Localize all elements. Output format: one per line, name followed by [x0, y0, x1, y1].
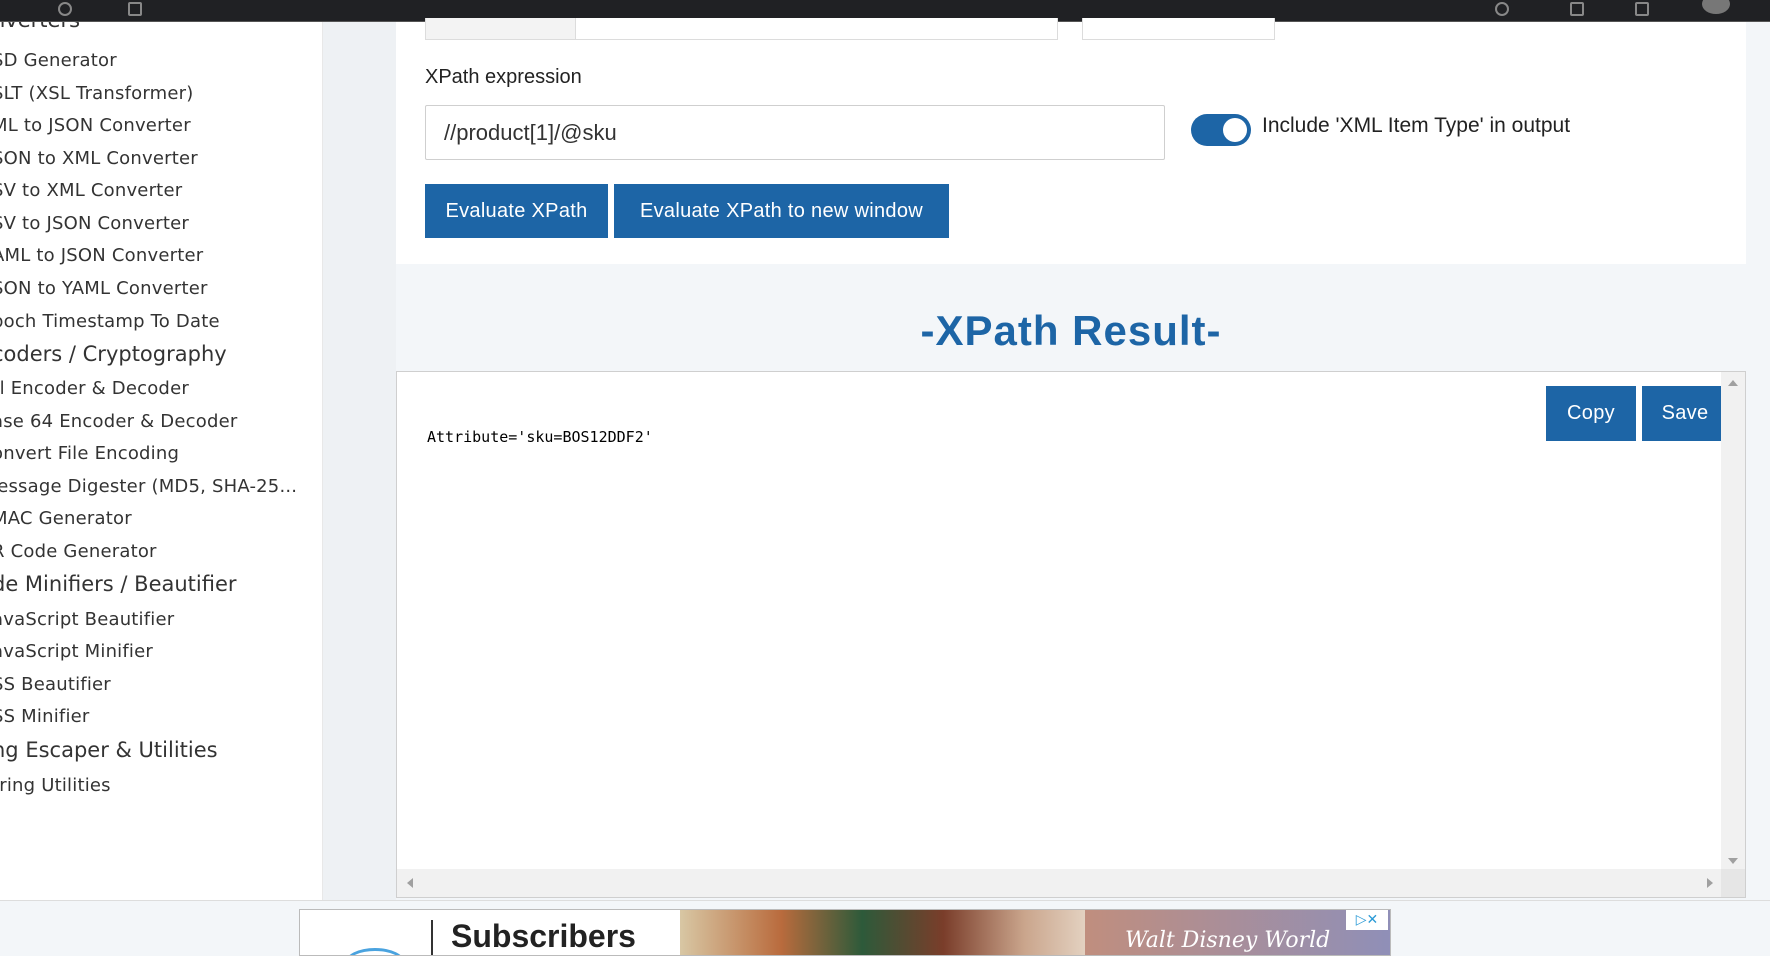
xpath-result-output[interactable]: Attribute='sku=BOS12DDF2' Copy Save — [396, 371, 1746, 898]
sidebar-item[interactable]: R Code Generator — [0, 541, 157, 562]
sidebar-category: de Minifiers / Beautifier — [0, 572, 237, 596]
reload-icon[interactable] — [58, 2, 72, 16]
sidebar-item[interactable]: SS Beautifier — [0, 674, 111, 695]
page-icon — [128, 2, 142, 16]
scroll-right-icon[interactable] — [1707, 878, 1713, 888]
sidebar-item[interactable]: SV to XML Converter — [0, 180, 182, 201]
ad-choices-close-icon[interactable]: ▷✕ — [1346, 910, 1388, 930]
xpath-form-card: XPath expression Include 'XML Item Type'… — [396, 18, 1746, 264]
sidebar-item[interactable]: SON to YAML Converter — [0, 278, 208, 299]
sidebar-item[interactable]: ML to JSON Converter — [0, 115, 191, 136]
sidebar-item[interactable]: poch Timestamp To Date — [0, 311, 220, 332]
sidebar-item[interactable]: lessage Digester (MD5, SHA-25... — [0, 476, 297, 497]
sidebar-item[interactable]: avaScript Minifier — [0, 641, 153, 662]
sidebar-item[interactable]: SS Minifier — [0, 706, 90, 727]
profile-avatar[interactable] — [1702, 0, 1730, 14]
save-button[interactable]: Save — [1642, 386, 1728, 441]
sidebar-item[interactable]: SLT (XSL Transformer) — [0, 83, 193, 104]
sidebar-category-converters: nverters — [0, 22, 80, 32]
sidebar-category: coders / Cryptography — [0, 342, 227, 366]
sidebar-item[interactable]: onvert File Encoding — [0, 443, 179, 464]
copy-button[interactable]: Copy — [1546, 386, 1636, 441]
include-item-type-toggle[interactable] — [1191, 114, 1251, 146]
ad-divider — [431, 920, 433, 955]
sidebar-item[interactable]: MAC Generator — [0, 508, 132, 529]
xpath-expression-label: XPath expression — [425, 66, 582, 88]
evaluate-xpath-button[interactable]: Evaluate XPath — [425, 184, 608, 238]
evaluate-xpath-new-window-button[interactable]: Evaluate XPath to new window — [614, 184, 949, 238]
ad-photo — [680, 910, 1085, 955]
xpath-result-title: -XPath Result- — [920, 307, 1222, 354]
banner-ad[interactable]: Subscribers Walt Disney World ▷✕ — [299, 909, 1391, 956]
scroll-left-icon[interactable] — [407, 878, 413, 888]
sidebar-nav: nverters SD Generator SLT (XSL Transforme… — [0, 22, 323, 900]
main-content: XPath expression Include 'XML Item Type'… — [396, 18, 1746, 900]
sidebar-item[interactable]: ase 64 Encoder & Decoder — [0, 411, 237, 432]
ad-headline: Subscribers — [451, 918, 636, 954]
ad-brand-logo: Walt Disney World — [1125, 928, 1331, 953]
scroll-down-icon[interactable] — [1728, 858, 1738, 864]
include-item-type-label: Include 'XML Item Type' in output — [1262, 114, 1571, 137]
sidebar-item[interactable]: SV to JSON Converter — [0, 213, 189, 234]
ad-bar: Subscribers Walt Disney World ▷✕ — [0, 900, 1770, 956]
sidebar-item[interactable]: tring Utilities — [0, 775, 111, 796]
sidebar-item[interactable]: rl Encoder & Decoder — [0, 378, 189, 399]
sidebar-item[interactable]: SON to XML Converter — [0, 148, 198, 169]
sidebar-category: ng Escaper & Utilities — [0, 738, 218, 762]
result-text: Attribute='sku=BOS12DDF2' — [427, 428, 653, 446]
xpath-expression-input[interactable] — [425, 105, 1165, 160]
scrollbar-corner — [1721, 869, 1745, 897]
sidebar-gutter — [323, 22, 396, 900]
sidebar-item[interactable]: AML to JSON Converter — [0, 245, 203, 266]
horizontal-scrollbar[interactable] — [397, 869, 1723, 897]
xml-input-partial[interactable] — [425, 18, 1058, 40]
sidebar-item[interactable]: avaScript Beautifier — [0, 609, 174, 630]
sidebar-item[interactable]: SD Generator — [0, 50, 117, 71]
scroll-up-icon[interactable] — [1728, 380, 1738, 386]
option-input-partial[interactable] — [1082, 18, 1275, 40]
vertical-scrollbar[interactable] — [1721, 372, 1745, 870]
download-icon[interactable] — [1570, 2, 1584, 16]
window-icon[interactable] — [1635, 2, 1649, 16]
toggle-knob — [1223, 118, 1247, 142]
extension-icon[interactable] — [1495, 2, 1509, 16]
